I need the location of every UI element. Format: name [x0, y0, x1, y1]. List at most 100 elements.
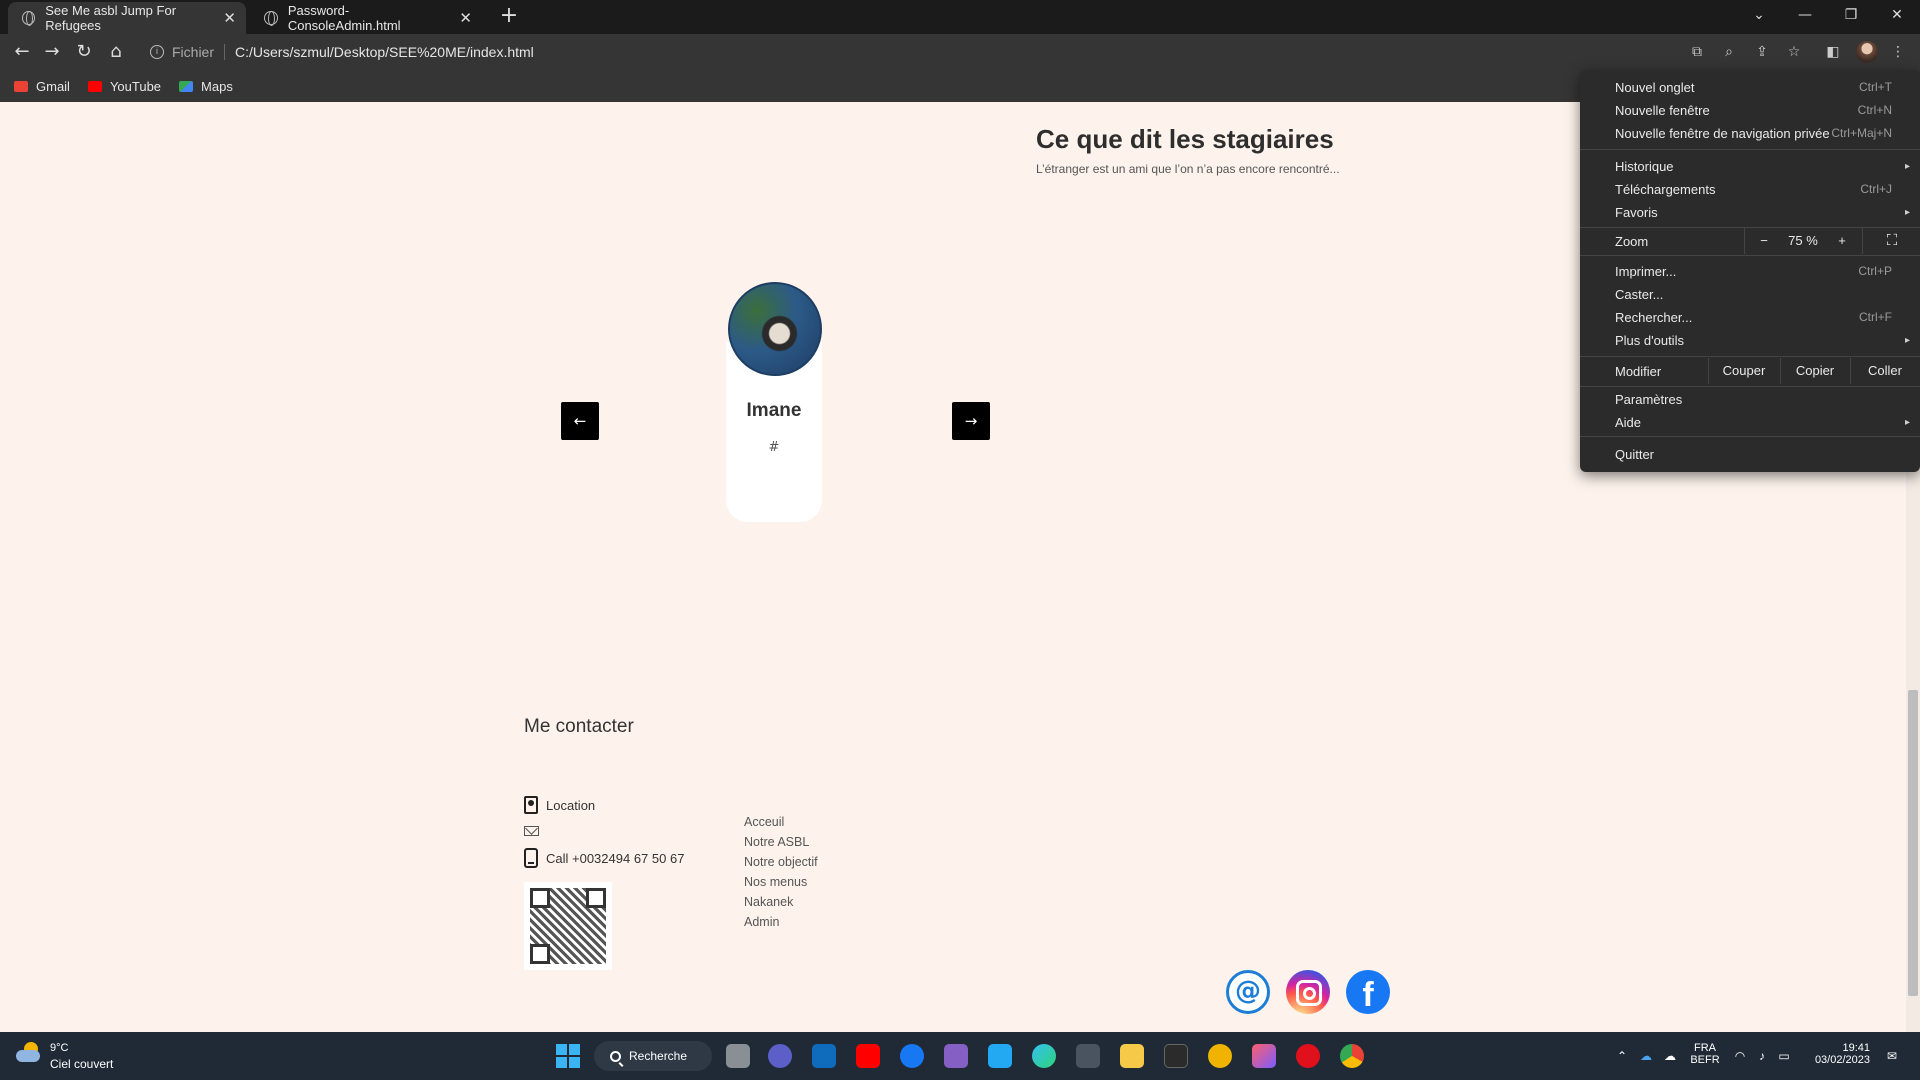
home-button[interactable]: ⌂: [104, 40, 128, 64]
tab-password-console[interactable]: Password-ConsoleAdmin.html ✕: [250, 2, 482, 34]
cut-button[interactable]: Couper: [1710, 358, 1778, 384]
prev-testimonial-button[interactable]: ←: [561, 402, 599, 440]
teams-chat-icon[interactable]: [768, 1044, 792, 1068]
menu-find[interactable]: Rechercher... Ctrl+F: [1580, 306, 1920, 328]
volume-icon[interactable]: ♪: [1754, 1048, 1770, 1064]
side-panel-icon[interactable]: ◧: [1823, 42, 1843, 62]
clock[interactable]: 19:41 03/02/2023: [1800, 1042, 1870, 1066]
globe-icon: [22, 11, 36, 26]
reload-button[interactable]: ↻: [72, 40, 96, 64]
tab-title: Password-ConsoleAdmin.html: [287, 3, 401, 33]
facebook-app-icon[interactable]: [900, 1044, 924, 1068]
menu-settings[interactable]: Paramètres: [1580, 388, 1920, 410]
menu-print[interactable]: Imprimer... Ctrl+P: [1580, 260, 1920, 282]
battery-icon[interactable]: ▭: [1776, 1048, 1792, 1064]
footer-link-asbl[interactable]: Notre ASBL: [744, 832, 818, 852]
tray-chevron-icon[interactable]: ⌃: [1614, 1048, 1630, 1064]
menu-downloads[interactable]: Téléchargements Ctrl+J: [1580, 178, 1920, 200]
address-bar[interactable]: i Fichier C:/Users/szmul/Desktop/SEE%20M…: [142, 38, 1672, 66]
weather-temp[interactable]: 9°C: [50, 1042, 68, 1054]
taskbar-search[interactable]: Recherche: [594, 1041, 712, 1071]
visual-studio-icon[interactable]: [944, 1044, 968, 1068]
fullscreen-icon[interactable]: ⛶: [1872, 228, 1912, 254]
cloud-icon[interactable]: ☁: [1662, 1048, 1678, 1064]
menu-new-window[interactable]: Nouvelle fenêtre Ctrl+N: [1580, 99, 1920, 121]
zoom-in-button[interactable]: +: [1830, 228, 1854, 254]
edge-icon[interactable]: [1032, 1044, 1056, 1068]
bookmark-gmail[interactable]: Gmail: [14, 79, 70, 94]
footer-link-accueil[interactable]: Acceuil: [744, 812, 818, 832]
contact-email[interactable]: [524, 826, 539, 836]
bookmark-label: YouTube: [109, 78, 162, 94]
menu-more-tools[interactable]: Plus d'outils ▸: [1580, 329, 1920, 351]
unity-icon[interactable]: [1076, 1044, 1100, 1068]
minimize-button[interactable]: —: [1782, 0, 1828, 30]
back-button[interactable]: ←: [10, 40, 34, 64]
restore-button[interactable]: ❐: [1828, 0, 1874, 30]
youtube-icon: [87, 80, 102, 92]
close-tab-icon[interactable]: ✕: [459, 9, 472, 27]
address-url[interactable]: C:/Users/szmul/Desktop/SEE%20ME/index.ht…: [235, 44, 534, 60]
menu-help[interactable]: Aide ▸: [1580, 411, 1920, 433]
store-icon[interactable]: [812, 1044, 836, 1068]
footer-link-objectif[interactable]: Notre objectif: [744, 852, 818, 872]
brave-icon[interactable]: [1208, 1044, 1232, 1068]
start-button[interactable]: [556, 1044, 580, 1068]
task-view-icon[interactable]: [726, 1044, 750, 1068]
location-pin-icon: [524, 796, 538, 814]
bookmark-youtube[interactable]: YouTube: [87, 78, 162, 94]
zoom-label: Zoom: [1615, 233, 1649, 249]
paste-button[interactable]: Coller: [1852, 358, 1918, 384]
weather-desc[interactable]: Ciel couvert: [50, 1057, 113, 1071]
menu-quit[interactable]: Quitter: [1580, 443, 1920, 465]
chrome-icon[interactable]: [1340, 1044, 1364, 1068]
vscode-icon[interactable]: [988, 1044, 1012, 1068]
menu-shortcut: Ctrl+P: [1858, 264, 1892, 278]
instagram-icon[interactable]: [1286, 970, 1330, 1014]
file-explorer-icon[interactable]: [1120, 1044, 1144, 1068]
menu-bookmarks[interactable]: Favoris ▸: [1580, 201, 1920, 223]
menu-kebab-icon[interactable]: ⋮: [1888, 42, 1908, 62]
weather-icon[interactable]: [16, 1042, 42, 1062]
scrollbar-thumb[interactable]: [1908, 690, 1918, 996]
next-testimonial-button[interactable]: →: [952, 402, 990, 440]
close-tab-icon[interactable]: ✕: [223, 9, 236, 27]
menu-cast[interactable]: Caster...: [1580, 283, 1920, 305]
wifi-icon[interactable]: ◠: [1732, 1048, 1748, 1064]
phone-label: Call +0032494 67 50 67: [546, 850, 685, 866]
language-indicator[interactable]: FRA BEFR: [1690, 1042, 1720, 1066]
close-window-button[interactable]: ✕: [1874, 0, 1920, 30]
notification-icon[interactable]: ✉: [1884, 1048, 1900, 1064]
youtube-app-icon[interactable]: [856, 1044, 880, 1068]
info-icon[interactable]: i: [150, 45, 164, 59]
menu-new-tab[interactable]: Nouvel onglet Ctrl+T: [1580, 76, 1920, 98]
facebook-icon[interactable]: f: [1346, 970, 1390, 1014]
menu-divider: [1580, 149, 1920, 150]
forward-button[interactable]: →: [40, 40, 64, 64]
email-social-icon[interactable]: @: [1226, 970, 1270, 1014]
menu-new-incognito[interactable]: Nouvelle fenêtre de navigation privée Ct…: [1580, 122, 1920, 144]
bookmark-maps[interactable]: Maps: [179, 79, 233, 94]
terminal-icon[interactable]: [1164, 1044, 1188, 1068]
tab-search-button[interactable]: ⌄: [1736, 0, 1782, 30]
menu-label: Nouvel onglet: [1615, 79, 1695, 95]
tab-see-me[interactable]: See Me asbl Jump For Refugees ✕: [8, 2, 246, 34]
menu-label: Historique: [1615, 158, 1674, 174]
mail-icon[interactable]: [524, 826, 539, 836]
profile-avatar[interactable]: [1856, 41, 1878, 63]
zoom-out-button[interactable]: −: [1752, 228, 1776, 254]
zoom-icon[interactable]: ⌕: [1719, 42, 1739, 62]
footer-link-menus[interactable]: Nos menus: [744, 872, 818, 892]
new-tab-button[interactable]: +: [496, 4, 522, 30]
footer-link-admin[interactable]: Admin: [744, 912, 818, 932]
menu-history[interactable]: Historique ▸: [1580, 155, 1920, 177]
onedrive-icon[interactable]: ☁: [1638, 1048, 1654, 1064]
footer-link-nakanek[interactable]: Nakanek: [744, 892, 818, 912]
copy-button[interactable]: Copier: [1782, 358, 1848, 384]
avatar: [728, 282, 822, 376]
opera-icon[interactable]: [1296, 1044, 1320, 1068]
share-icon[interactable]: ⇪: [1752, 42, 1772, 62]
gamebar-icon[interactable]: [1252, 1044, 1276, 1068]
translate-icon[interactable]: ⧉: [1687, 42, 1707, 62]
bookmark-star-icon[interactable]: ☆: [1784, 42, 1804, 62]
